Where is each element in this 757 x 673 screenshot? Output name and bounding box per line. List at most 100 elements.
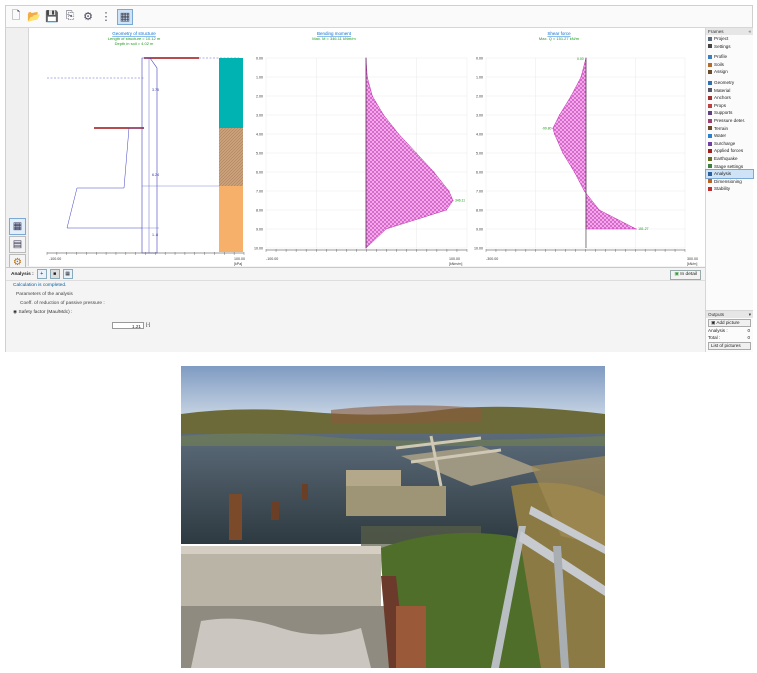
application-window: 🗋 📂 💾 ⎘ ⚙ ⋮ ▦ ▦ ▤ ⚙ Geometry of structur… xyxy=(5,5,754,352)
shear-max-label: 151.27 xyxy=(638,227,648,231)
frame-item-supports[interactable]: Supports xyxy=(706,109,753,117)
frame-item-icon xyxy=(708,95,712,100)
frame-item-applied-forces[interactable]: Applied forces xyxy=(706,147,753,155)
data-point xyxy=(585,57,587,59)
drawing-canvas[interactable]: Geometry of structure Length of structur… xyxy=(29,28,705,266)
frame-item-label: Applied forces xyxy=(714,148,744,154)
frame-item-earthquake[interactable]: Earthquake xyxy=(706,155,753,163)
data-point xyxy=(371,95,373,97)
y-tick-label: 0.00 xyxy=(476,56,483,60)
data-point xyxy=(445,209,447,211)
view-icon[interactable]: ⋮ xyxy=(99,10,113,24)
y-tick-label: 0.00 xyxy=(256,56,263,60)
frame-item-stability[interactable]: Stability xyxy=(706,185,753,193)
frame-item-profile[interactable]: Profile xyxy=(706,53,753,61)
edit-stage-button[interactable]: ■ xyxy=(49,269,60,279)
frame-item-icon xyxy=(708,171,712,176)
shear-axis-unit: [kN/m] xyxy=(687,262,697,266)
in-detail-button[interactable]: ▣ In detail xyxy=(670,270,701,280)
soil-profile xyxy=(219,58,243,252)
save-icon[interactable]: 💾 xyxy=(45,10,59,24)
frame-item-stage-settings[interactable]: Stage settings xyxy=(706,163,753,171)
list-of-pictures-button[interactable]: List of pictures xyxy=(708,342,751,350)
y-tick-label: 9.00 xyxy=(256,227,263,231)
add-stage-button[interactable]: + xyxy=(36,269,47,279)
open-icon[interactable]: 📂 xyxy=(27,10,41,24)
shear-top-label: 0.00 xyxy=(577,57,584,61)
frame-item-soils[interactable]: Soils xyxy=(706,61,753,69)
frame-item-label: Supports xyxy=(714,110,733,116)
y-tick-label: 6.00 xyxy=(476,170,483,174)
frame-item-label: Project xyxy=(714,36,729,41)
template-icon[interactable]: ▦ xyxy=(117,8,133,25)
frame-item-icon xyxy=(708,88,712,93)
parameters-group-label: Parameters of the analysis xyxy=(16,292,73,297)
frame-item-surcharge[interactable]: Surcharge xyxy=(706,140,753,148)
safety-factor-unit: [-] xyxy=(146,323,151,328)
frame-item-label: Terrain xyxy=(714,125,729,131)
frame-item-dimensioning[interactable]: Dimensioning xyxy=(706,178,753,186)
moment-axis-left: -100.00 xyxy=(266,257,278,261)
frame-item-analysis[interactable]: Analysis xyxy=(705,169,754,179)
add-picture-button[interactable]: ▣ Add picture xyxy=(708,319,751,327)
left-rail: ▦ ▤ ⚙ xyxy=(6,28,29,271)
data-point xyxy=(635,228,637,230)
frame-item-project[interactable]: Project xyxy=(706,35,753,43)
frame-item-assign[interactable]: Assign xyxy=(706,68,753,76)
safety-factor-label: ◉ Safety factor (Mau/Mdc) : xyxy=(13,310,73,315)
frame-item-icon xyxy=(708,141,712,146)
coeff-reduction-label: Coeff. of reduction of passive pressure … xyxy=(20,301,105,306)
frames-panel: Frames « Project Settings Profile Soils Assig… xyxy=(705,28,754,310)
data-point xyxy=(552,127,554,129)
frame-item-icon xyxy=(708,133,712,138)
frame-item-label: Settings xyxy=(714,43,731,49)
outputs-row-total: Total :0 xyxy=(708,334,750,340)
frame-item-water[interactable]: Water xyxy=(706,132,753,140)
new-icon[interactable]: 🗋 xyxy=(9,10,23,24)
settings-icon[interactable]: ⚙ xyxy=(81,10,95,24)
frame-item-geometry[interactable]: Geometry xyxy=(706,79,753,87)
y-tick-label: 1.00 xyxy=(256,75,263,79)
layers-icon[interactable]: ▤ xyxy=(9,236,26,253)
data-point xyxy=(415,152,417,154)
frame-item-pressure-deter[interactable]: Pressure deter. xyxy=(706,117,753,125)
frame-item-label: Soils xyxy=(714,61,724,67)
data-point xyxy=(570,95,572,97)
copy-icon[interactable]: ⎘ xyxy=(63,10,77,24)
frame-item-icon xyxy=(708,54,712,59)
frame-item-label: Assign xyxy=(714,69,728,75)
safety-factor-field[interactable]: 1.21 xyxy=(112,322,144,329)
calculation-status: Calculation is completed. xyxy=(13,283,67,288)
moment-max-label: 346.11 xyxy=(455,199,465,203)
data-point xyxy=(562,152,564,154)
moment-subtitle: Max. M = 346.11 kNm/m xyxy=(312,36,356,41)
moment-axis-unit: [kNm/m] xyxy=(449,262,462,266)
data-point xyxy=(433,171,435,173)
data-point xyxy=(365,247,367,249)
frame-item-label: Geometry xyxy=(714,79,735,85)
frame-item-material[interactable]: Material xyxy=(706,87,753,95)
y-tick-label: 8.00 xyxy=(476,208,483,212)
analysis-panel-title: Analysis : xyxy=(11,271,34,277)
data-point xyxy=(452,200,454,201)
grid-view-icon[interactable]: ▦ xyxy=(9,218,26,235)
frame-item-props[interactable]: Props xyxy=(706,102,753,110)
data-point xyxy=(573,171,575,173)
frame-item-settings[interactable]: Settings xyxy=(706,43,753,51)
toolbar: 🗋 📂 💾 ⎘ ⚙ ⋮ ▦ xyxy=(6,6,752,28)
geometry-axis-right: 100.00 xyxy=(234,257,245,261)
frame-item-terrain[interactable]: Terrain xyxy=(706,125,753,133)
stage-tab-button[interactable]: ▦ xyxy=(62,269,73,279)
frame-item-anchors[interactable]: Anchors xyxy=(706,94,753,102)
frames-header: Frames « xyxy=(706,28,753,35)
frame-item-icon xyxy=(708,149,712,154)
data-point xyxy=(598,209,600,211)
y-tick-label: 8.00 xyxy=(256,208,263,212)
frame-item-icon xyxy=(708,126,712,131)
frame-item-icon xyxy=(708,118,712,123)
frame-item-icon xyxy=(708,103,712,108)
data-point xyxy=(553,133,555,135)
frame-item-icon xyxy=(708,187,712,192)
frame-item-icon xyxy=(708,80,712,85)
y-tick-label: 6.00 xyxy=(256,170,263,174)
